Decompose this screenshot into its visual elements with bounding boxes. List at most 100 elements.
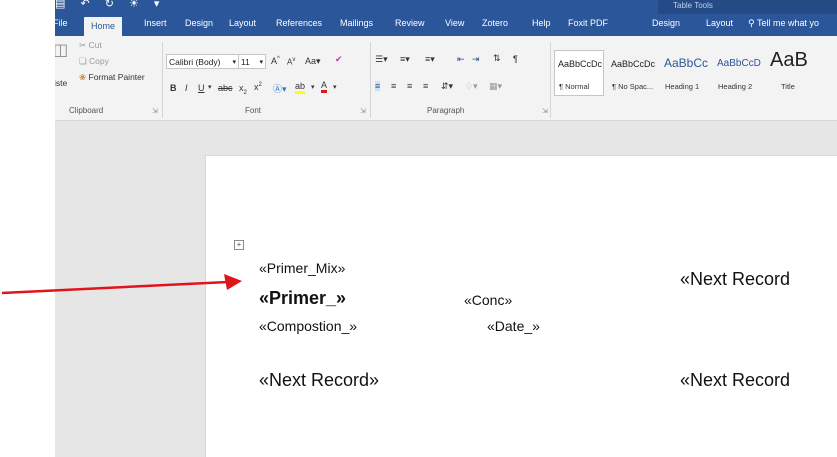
chevron-down-icon[interactable]: ▾	[333, 83, 337, 91]
increase-indent-icon[interactable]: ⇥	[472, 54, 480, 65]
tab-design[interactable]: Design	[185, 18, 213, 28]
subscript-icon[interactable]: x2	[239, 83, 247, 96]
tab-table-layout[interactable]: Layout	[706, 18, 733, 28]
document-page[interactable]: + «Primer_Mix» «Primer_» «Conc» «Compost…	[205, 155, 837, 457]
cut-button[interactable]: ✂ Cut	[79, 40, 102, 51]
merge-field-date[interactable]: «Date_»	[487, 318, 540, 334]
borders-icon[interactable]: ▦▾	[489, 81, 502, 92]
style-heading-1[interactable]: AaBbCc Heading 1	[660, 50, 710, 96]
font-size-value: 11	[241, 57, 250, 67]
shading-icon[interactable]: ♢▾	[465, 81, 478, 92]
merge-field-next-record[interactable]: «Next Record	[680, 370, 790, 391]
style-name: Title	[781, 82, 795, 91]
tab-home[interactable]: Home	[84, 17, 123, 36]
chevron-down-icon: ▾	[259, 59, 263, 66]
tab-foxit-pdf[interactable]: Foxit PDF	[568, 18, 608, 28]
justify-icon[interactable]: ≡	[423, 81, 428, 91]
multilevel-list-icon[interactable]: ≡▾	[425, 54, 435, 65]
tab-references[interactable]: References	[276, 18, 322, 28]
sort-icon[interactable]: ⇅	[493, 53, 501, 64]
tell-me-label: Tell me what yo	[756, 18, 819, 28]
tab-file[interactable]: File	[55, 18, 68, 28]
merge-field-conc[interactable]: «Conc»	[464, 292, 512, 308]
style-title[interactable]: AaB Title	[766, 49, 816, 96]
clipboard-group-label: Clipboard	[69, 106, 104, 115]
underline-icon[interactable]: U	[198, 83, 205, 93]
font-launcher-icon[interactable]: ⇲	[360, 107, 366, 115]
bullets-icon[interactable]: ☰▾	[375, 54, 388, 65]
underline-dropdown-icon[interactable]: ▾	[208, 83, 212, 91]
tab-view[interactable]: View	[445, 18, 464, 28]
font-family-select[interactable]: Calibri (Body) ▾	[166, 54, 239, 69]
style-name: ¶ No Spac...	[612, 82, 654, 91]
word-window: ▤ ↶ ↻ ☀ ▾ Table Tools File Home Insert D…	[55, 0, 837, 457]
table-move-handle-icon[interactable]: +	[234, 240, 244, 250]
paste-icon[interactable]: ◫	[55, 40, 68, 60]
copy-label: Copy	[89, 56, 109, 66]
style-name: ¶ Normal	[559, 82, 590, 91]
change-case-icon[interactable]: Aa▾	[305, 56, 321, 67]
align-right-icon[interactable]: ≡	[407, 81, 412, 91]
tab-layout[interactable]: Layout	[229, 18, 256, 28]
format-painter-button[interactable]: ❀ Format Painter	[79, 72, 145, 83]
tab-insert[interactable]: Insert	[144, 18, 167, 28]
shrink-font-icon[interactable]: Av	[287, 57, 295, 67]
style-normal[interactable]: AaBbCcDc ¶ Normal	[554, 50, 604, 96]
tell-me-search[interactable]: ⚲ Tell me what yo	[748, 18, 819, 29]
tab-mailings[interactable]: Mailings	[340, 18, 373, 28]
paste-button-label[interactable]: iste	[55, 78, 67, 88]
ribbon-separator	[162, 42, 163, 118]
align-center-icon[interactable]: ≡	[391, 81, 396, 91]
bold-icon[interactable]: B	[170, 83, 177, 93]
quick-access-toolbar[interactable]: ▤ ↶ ↻ ☀ ▾	[55, 0, 165, 10]
align-left-icon[interactable]: ≡	[375, 81, 381, 91]
style-heading-2[interactable]: AaBbCcD Heading 2	[713, 50, 763, 96]
arrow-head	[224, 274, 242, 290]
tab-table-design[interactable]: Design	[652, 18, 680, 28]
red-arrow-annotation	[1, 274, 242, 295]
copy-button[interactable]: ❏ Copy	[79, 56, 109, 67]
arrow-shaft	[1, 280, 229, 295]
merge-field-primer-mix[interactable]: «Primer_Mix»	[259, 260, 345, 276]
lightbulb-icon: ⚲	[748, 18, 755, 28]
font-family-value: Calibri (Body)	[169, 57, 221, 67]
cut-label: Cut	[88, 40, 102, 50]
style-name: Heading 2	[718, 82, 753, 91]
tab-review[interactable]: Review	[395, 18, 425, 28]
scissors-icon: ✂	[79, 40, 87, 50]
style-name: Heading 1	[665, 82, 700, 91]
copy-icon: ❏	[79, 56, 87, 66]
decrease-indent-icon[interactable]: ⇤	[457, 54, 465, 65]
style-sample: AaBbCc	[664, 56, 709, 70]
style-sample: AaB	[770, 49, 808, 71]
table-tools-label: Table Tools	[673, 1, 713, 10]
ribbon-separator	[370, 42, 371, 118]
merge-field-primer[interactable]: «Primer_»	[259, 288, 346, 309]
tab-help[interactable]: Help	[532, 18, 551, 28]
style-no-spacing[interactable]: AaBbCcDc ¶ No Spac...	[607, 50, 657, 96]
merge-field-next-record[interactable]: «Next Record»	[259, 370, 379, 391]
tab-zotero[interactable]: Zotero	[482, 18, 508, 28]
superscript-icon[interactable]: x2	[254, 82, 262, 92]
numbering-icon[interactable]: ≡▾	[400, 54, 410, 65]
clipboard-launcher-icon[interactable]: ⇲	[152, 107, 158, 115]
italic-icon[interactable]: I	[185, 83, 188, 93]
style-sample: AaBbCcD	[717, 58, 761, 69]
text-effects-icon[interactable]: Ⓐ▾	[273, 82, 287, 95]
brush-icon: ❀	[79, 72, 87, 82]
merge-field-composition[interactable]: «Compostion_»	[259, 318, 357, 334]
highlight-color-icon[interactable]: ab	[295, 82, 306, 94]
clear-formatting-icon[interactable]: ✔	[335, 54, 343, 65]
pilcrow-icon[interactable]: ¶	[513, 54, 518, 64]
chevron-down-icon: ▾	[232, 59, 236, 66]
font-size-select[interactable]: 11 ▾	[238, 54, 266, 69]
strikethrough-icon[interactable]: abc	[218, 83, 233, 93]
chevron-down-icon[interactable]: ▾	[311, 83, 315, 91]
grow-font-icon[interactable]: A^	[271, 56, 280, 66]
paragraph-launcher-icon[interactable]: ⇲	[542, 107, 548, 115]
font-group-label: Font	[245, 106, 262, 115]
line-spacing-icon[interactable]: ⇵▾	[441, 81, 453, 92]
ribbon-tabs: File Home Insert Design Layout Reference…	[55, 14, 837, 36]
font-color-icon[interactable]: A	[321, 80, 328, 93]
merge-field-next-record[interactable]: «Next Record	[680, 269, 790, 290]
